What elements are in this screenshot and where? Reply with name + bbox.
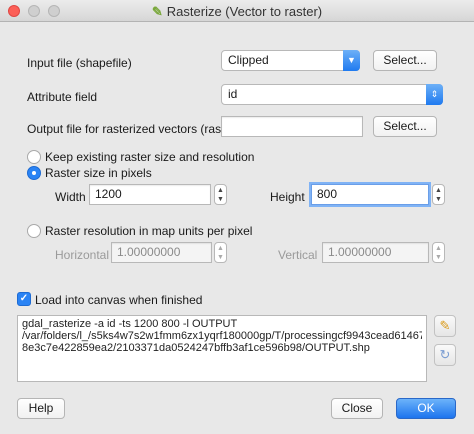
load-canvas-label: Load into canvas when finished <box>35 293 203 307</box>
vertical-input[interactable]: 1.00000000 <box>322 242 429 263</box>
pencil-icon[interactable]: ✎ <box>434 315 456 337</box>
reset-icon[interactable]: ↻ <box>434 344 456 366</box>
horizontal-label: Horizontal <box>55 248 110 262</box>
ok-button[interactable]: OK <box>396 398 456 419</box>
height-stepper[interactable]: ▲ ▼ <box>432 184 445 205</box>
vertical-label: Vertical <box>278 248 318 262</box>
command-line: 8e3c7e422859ea2/2103371da0524247bffb3af1… <box>22 342 370 354</box>
close-button[interactable]: Close <box>331 398 383 419</box>
output-file-label: Output file for rasterized vectors (rast… <box>27 122 240 136</box>
title-bar: ✎ Rasterize (Vector to raster) <box>0 0 474 22</box>
raster-size-label: Raster size in pixels <box>45 166 152 180</box>
rasterize-icon: ✎ <box>151 4 163 19</box>
input-file-label: Input file (shapefile) <box>27 56 132 70</box>
load-canvas-checkbox[interactable]: ✓ <box>17 292 31 306</box>
command-line: gdal_rasterize -a id -ts 1200 800 -l OUT… <box>22 318 238 330</box>
keep-size-label: Keep existing raster size and resolution <box>45 150 255 164</box>
attribute-field-combo[interactable]: id ⇕ <box>221 84 443 105</box>
width-input[interactable]: 1200 <box>89 184 211 205</box>
window-title: ✎ Rasterize (Vector to raster) <box>151 4 323 19</box>
chevron-down-icon: ▼ <box>343 50 360 71</box>
help-button[interactable]: Help <box>17 398 65 419</box>
command-textarea[interactable]: gdal_rasterize -a id -ts 1200 800 -l OUT… <box>17 315 427 382</box>
height-input[interactable]: 800 <box>311 184 429 205</box>
height-label: Height <box>270 190 305 204</box>
attribute-field-value: id <box>228 87 238 101</box>
input-file-combo[interactable]: Clipped ▼ <box>221 50 360 71</box>
output-file-select-button[interactable]: Select... <box>373 116 437 137</box>
horizontal-stepper[interactable]: ▲ ▼ <box>214 242 227 263</box>
raster-size-radio[interactable] <box>27 166 41 180</box>
width-label: Width <box>55 190 86 204</box>
horizontal-input[interactable]: 1.00000000 <box>111 242 212 263</box>
vertical-stepper[interactable]: ▲ ▼ <box>432 242 445 263</box>
input-file-select-button[interactable]: Select... <box>373 50 437 71</box>
input-file-value: Clipped <box>228 53 269 67</box>
keep-size-radio[interactable] <box>27 150 41 164</box>
up-down-arrows-icon: ⇕ <box>426 84 443 105</box>
resolution-label: Raster resolution in map units per pixel <box>45 224 253 238</box>
command-line: /var/folders/l_/s5ks4w7s2w1fmm6zx1yqrf18… <box>22 330 422 342</box>
width-stepper[interactable]: ▲ ▼ <box>214 184 227 205</box>
attribute-field-label: Attribute field <box>27 90 98 104</box>
resolution-radio[interactable] <box>27 224 41 238</box>
output-file-input[interactable] <box>221 116 363 137</box>
